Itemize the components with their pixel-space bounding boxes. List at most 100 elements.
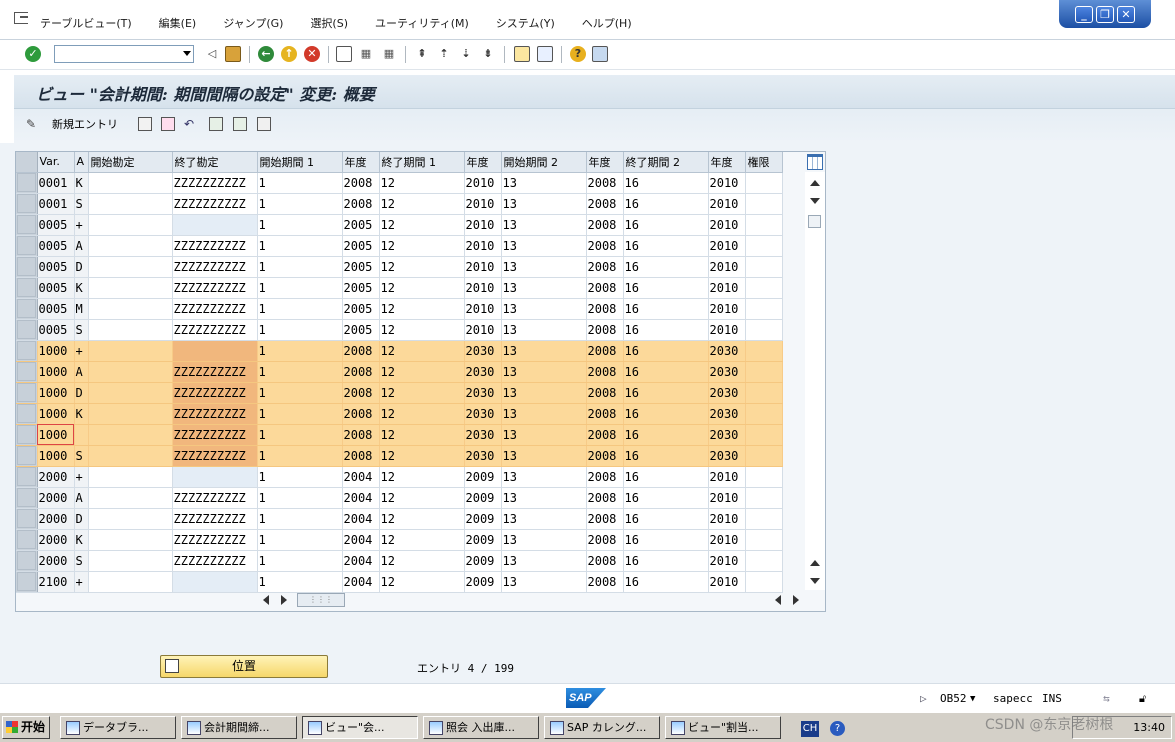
table-cell[interactable]: ZZZZZZZZZZ [172,277,258,299]
table-cell[interactable]: 1 [257,466,343,488]
table-cell[interactable]: 13 [501,382,587,404]
table-cell[interactable]: 16 [623,508,709,530]
table-cell[interactable]: 16 [623,487,709,509]
scroll-thumb[interactable]: ⋮⋮⋮ [297,593,345,607]
table-cell[interactable]: 12 [379,277,465,299]
menu-edit[interactable]: 編集(E) [159,15,197,31]
table-cell[interactable]: 13 [501,214,587,236]
table-cell[interactable]: 16 [623,214,709,236]
table-cell[interactable]: ZZZZZZZZZZ [172,529,258,551]
row-select-box[interactable] [16,488,36,507]
row-selector[interactable] [16,340,38,362]
table-row[interactable]: 1000 K ZZZZZZZZZZ 1 2008 12 2030 13 2008 16 2030 [16,403,783,425]
table-cell[interactable]: 2030 [708,445,746,467]
table-cell[interactable]: 2004 [342,550,380,572]
row-select-box[interactable] [16,194,36,213]
language-indicator[interactable]: CH [801,721,819,737]
row-select-box[interactable] [16,509,36,528]
table-cell[interactable]: 1 [257,361,343,383]
cancel-icon[interactable]: ✕ [304,46,320,62]
table-cell[interactable]: 2005 [342,319,380,341]
table-cell[interactable]: 2030 [708,361,746,383]
table-cell[interactable]: 16 [623,277,709,299]
column-header[interactable]: 終了期間 2 [623,152,709,173]
table-cell[interactable]: 2010 [464,319,502,341]
table-cell[interactable]: 16 [623,424,709,446]
row-select-box[interactable] [16,425,36,444]
last-page-icon[interactable]: ⇟ [480,46,496,62]
undo-icon[interactable]: ↶ [184,117,198,131]
row-select-box[interactable] [16,341,36,360]
new-session-icon[interactable] [514,46,530,62]
column-header[interactable]: 開始期間 1 [257,152,343,173]
first-page-icon[interactable]: ⇞ [414,46,430,62]
table-cell[interactable]: 2008 [586,340,624,362]
row-selector[interactable] [16,277,38,299]
table-cell[interactable]: 2005 [342,298,380,320]
table-cell[interactable]: 1 [257,193,343,215]
row-selector[interactable] [16,508,38,530]
table-row[interactable]: 1000 ZZZZZZZZZZ 1 2008 12 2030 13 2008 16 2030 [16,424,783,446]
table-cell[interactable]: 1 [257,403,343,425]
table-cell[interactable]: 13 [501,193,587,215]
row-select-box[interactable] [16,446,36,465]
table-cell[interactable]: 2004 [342,466,380,488]
table-row[interactable]: 1000 S ZZZZZZZZZZ 1 2008 12 2030 13 2008 16 2030 [16,445,783,467]
table-cell[interactable]: 2010 [464,298,502,320]
row-selector[interactable] [16,298,38,320]
table-cell[interactable]: 2005 [342,277,380,299]
row-select-box[interactable] [16,404,36,423]
table-cell[interactable]: ZZZZZZZZZZ [172,445,258,467]
table-cell[interactable]: 2008 [586,424,624,446]
column-header[interactable]: 終了勘定 [172,152,258,173]
row-selector[interactable] [16,235,38,257]
table-cell[interactable]: 2030 [464,340,502,362]
menu-utilities[interactable]: ユーティリティ(M) [375,15,469,31]
table-cell[interactable] [88,193,173,215]
table-cell[interactable] [88,466,173,488]
table-cell[interactable]: 2030 [464,382,502,404]
column-header[interactable]: 年度 [708,152,746,173]
table-cell[interactable] [745,298,783,320]
table-cell[interactable]: 1 [257,508,343,530]
table-cell[interactable]: 2010 [464,256,502,278]
table-cell[interactable]: 16 [623,193,709,215]
table-cell[interactable]: 2008 [342,340,380,362]
table-row[interactable]: 0005 +1 2005 12 2010 13 2008 16 2010 [16,214,783,236]
table-row[interactable]: 0005 A ZZZZZZZZZZ 1 2005 12 2010 13 2008 16 2010 [16,235,783,257]
menu-table-view[interactable]: テーブルビュー(T) [40,15,132,31]
select-all-header[interactable] [16,152,38,173]
table-cell[interactable]: 12 [379,466,465,488]
table-cell[interactable] [88,445,173,467]
select-all-icon[interactable] [209,117,223,131]
table-cell[interactable]: ZZZZZZZZZZ [172,550,258,572]
table-cell[interactable]: 2008 [586,172,624,194]
table-cell[interactable]: 2010 [464,193,502,215]
exit-icon[interactable]: ↑ [281,46,297,62]
table-row[interactable]: 2000 +1 2004 12 2009 13 2008 16 2010 [16,466,783,488]
row-selector[interactable] [16,466,38,488]
find-next-icon[interactable]: ▦ [381,46,397,62]
table-cell[interactable]: 2010 [708,508,746,530]
enter-check-icon[interactable]: ✓ [25,46,41,62]
table-cell[interactable]: 1 [257,487,343,509]
delete-icon[interactable] [161,117,175,131]
help-icon[interactable]: ? [570,46,586,62]
table-row[interactable]: 0001 S ZZZZZZZZZZ 1 2008 12 2010 13 2008 16 2010 [16,193,783,215]
table-cell[interactable]: 2010 [708,256,746,278]
table-cell[interactable]: 16 [623,571,709,593]
table-cell[interactable]: 2008 [586,235,624,257]
table-cell[interactable]: 13 [501,403,587,425]
copy-icon[interactable] [138,117,152,131]
next-page-icon[interactable]: ⇣ [458,46,474,62]
status-dropdown-icon[interactable]: ▼ [970,694,975,704]
horizontal-scrollbar[interactable]: ⋮⋮⋮ [257,592,805,608]
table-cell[interactable]: 2010 [708,235,746,257]
table-cell[interactable]: 2010 [708,319,746,341]
table-cell[interactable] [745,235,783,257]
table-cell[interactable]: 2008 [586,571,624,593]
table-settings-icon[interactable] [807,154,823,170]
table-cell[interactable] [88,487,173,509]
table-cell[interactable]: 12 [379,214,465,236]
column-header[interactable]: 年度 [586,152,624,173]
